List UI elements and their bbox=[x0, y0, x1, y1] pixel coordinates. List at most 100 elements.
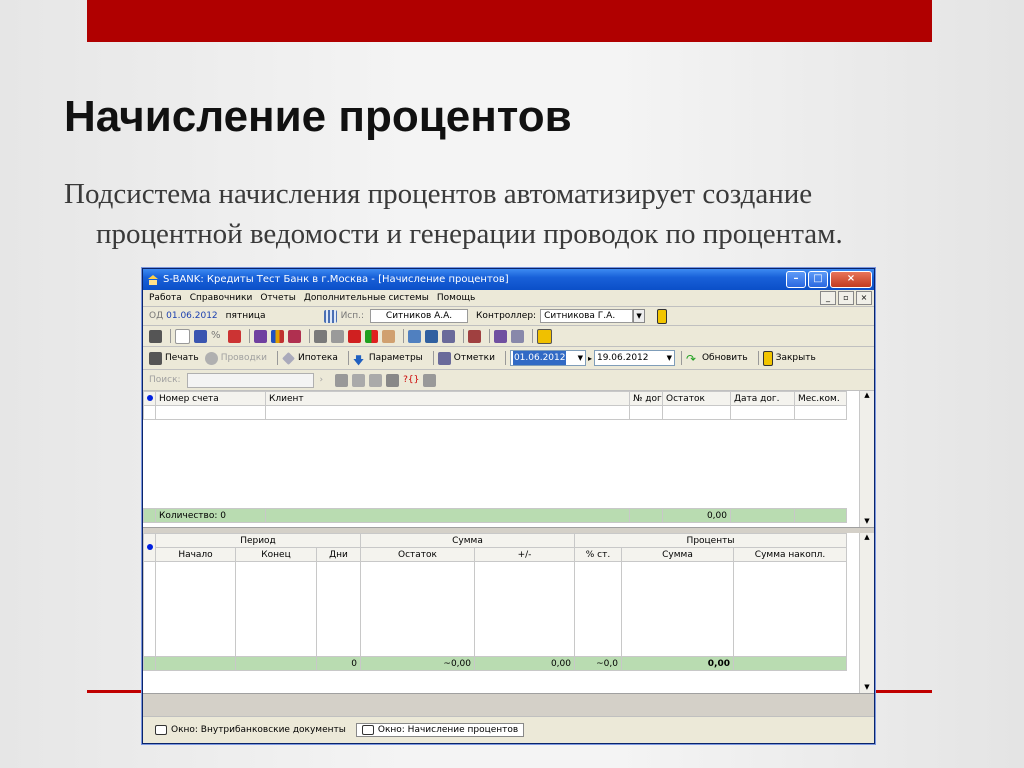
scroll-up-icon[interactable]: ▲ bbox=[860, 533, 874, 541]
od-date: 01.06.2012 bbox=[166, 311, 218, 321]
list-icon[interactable] bbox=[331, 329, 344, 343]
prev-arrow-icon[interactable] bbox=[352, 373, 366, 387]
tag-icon[interactable] bbox=[194, 329, 207, 343]
col-account-number[interactable]: Номер счета bbox=[155, 391, 266, 406]
task-interest-accrual[interactable]: Окно: Начисление процентов bbox=[355, 723, 525, 737]
check-doc-icon[interactable] bbox=[442, 329, 455, 343]
table-row[interactable] bbox=[143, 405, 847, 420]
slide-body-line-2: процентной ведомости и генерации проводо… bbox=[96, 218, 843, 250]
isp-field[interactable]: Ситников А.А. bbox=[370, 309, 469, 323]
date-from-value: 01.06.2012 bbox=[512, 351, 567, 365]
window-icon[interactable] bbox=[408, 329, 421, 343]
menu-reports[interactable]: Отчеты bbox=[260, 293, 296, 303]
mdi-restore-button[interactable]: ▫ bbox=[838, 291, 854, 305]
summary-start bbox=[155, 656, 236, 671]
window-titlebar[interactable]: S-BANK: Кредиты Тест Банк в г.Москва - [… bbox=[143, 269, 874, 290]
col-interest-accumulated[interactable]: Сумма накопл. bbox=[733, 547, 847, 562]
arrow-down-icon[interactable] bbox=[348, 329, 361, 343]
calculator-icon[interactable] bbox=[228, 329, 241, 343]
search-input[interactable] bbox=[186, 372, 314, 388]
minimize-button[interactable]: – bbox=[786, 271, 806, 288]
percent-icon[interactable]: % bbox=[211, 330, 224, 343]
mdi-close-button[interactable]: × bbox=[856, 291, 872, 305]
exit-door-icon[interactable] bbox=[657, 308, 668, 324]
col-plus-minus[interactable]: +/- bbox=[474, 547, 575, 562]
col-client[interactable]: Клиент bbox=[265, 391, 630, 406]
menu-work[interactable]: Работа bbox=[149, 293, 182, 303]
controller-field[interactable]: Ситникова Г.А. bbox=[540, 309, 634, 323]
tools-icon[interactable] bbox=[468, 329, 481, 343]
date-from-picker[interactable]: 01.06.2012 ▼ bbox=[509, 350, 586, 366]
colors-icon[interactable] bbox=[365, 329, 378, 343]
controller-dropdown-icon[interactable]: ▼ bbox=[633, 309, 646, 323]
graph-icon[interactable] bbox=[494, 329, 507, 343]
filter-icon[interactable] bbox=[423, 373, 437, 387]
export-icon[interactable] bbox=[288, 329, 301, 343]
col-days[interactable]: Дни bbox=[316, 547, 361, 562]
od-label: ОД bbox=[149, 311, 164, 321]
calendar-icon[interactable] bbox=[323, 309, 337, 323]
print-button[interactable]: Печать bbox=[149, 351, 199, 365]
bar-chart-icon[interactable] bbox=[271, 329, 284, 343]
chevron-down-icon[interactable]: ▼ bbox=[578, 351, 583, 365]
postings-icon bbox=[204, 351, 218, 365]
home-icon[interactable] bbox=[335, 373, 349, 387]
mortgage-button[interactable]: Ипотека bbox=[282, 351, 338, 365]
col-remaining[interactable]: Остаток bbox=[360, 547, 475, 562]
task-label: Окно: Внутрибанковские документы bbox=[171, 725, 346, 735]
next-arrow-icon[interactable] bbox=[369, 373, 383, 387]
col-rate[interactable]: % ст. bbox=[574, 547, 622, 562]
col-end[interactable]: Конец bbox=[235, 547, 317, 562]
menu-additional-systems[interactable]: Дополнительные системы bbox=[304, 293, 429, 303]
col-monthly-fee[interactable]: Мес.ком. bbox=[794, 391, 847, 406]
cross-arrows-icon[interactable] bbox=[425, 329, 438, 343]
date-to-picker[interactable]: 19.06.2012 ▼ bbox=[593, 350, 675, 366]
search-go-icon[interactable]: › bbox=[320, 375, 324, 385]
app-window: S-BANK: Кредиты Тест Банк в г.Москва - [… bbox=[142, 268, 875, 744]
params-button[interactable]: 🡇 Параметры bbox=[353, 352, 423, 367]
slide-title: Начисление процентов bbox=[64, 92, 572, 141]
scroll-down-icon[interactable]: ▼ bbox=[860, 683, 874, 691]
postings-button[interactable]: Проводки bbox=[204, 351, 267, 365]
empty-area bbox=[143, 561, 847, 657]
col-contract-date[interactable]: Дата дог. bbox=[730, 391, 795, 406]
refresh-button[interactable]: ↷ Обновить bbox=[686, 352, 748, 366]
user-search-icon[interactable] bbox=[382, 329, 395, 343]
maximize-button[interactable]: □ bbox=[808, 271, 828, 288]
scroll-down-icon[interactable]: ▼ bbox=[860, 517, 874, 525]
col-start[interactable]: Начало bbox=[155, 547, 236, 562]
mdi-minimize-button[interactable]: _ bbox=[820, 291, 836, 305]
menu-help[interactable]: Помощь bbox=[437, 293, 475, 303]
menu-references[interactable]: Справочники bbox=[190, 293, 253, 303]
summary-rate: ~0,0 bbox=[574, 656, 622, 671]
chevron-down-icon[interactable]: ▼ bbox=[667, 351, 672, 365]
toolbar-separator bbox=[249, 329, 250, 343]
search-label: Поиск: bbox=[149, 375, 181, 385]
interest-scrollbar[interactable]: ▲ ▼ bbox=[859, 533, 874, 693]
col-contract-number[interactable]: № дог. bbox=[629, 391, 663, 406]
tree-icon[interactable] bbox=[314, 329, 327, 343]
task-internal-documents[interactable]: Окно: Внутрибанковские документы bbox=[149, 723, 352, 737]
mdi-controls: _ ▫ × bbox=[820, 291, 874, 305]
window-icon bbox=[155, 725, 167, 735]
marks-button[interactable]: Отметки bbox=[437, 351, 495, 365]
close-button[interactable]: × bbox=[830, 271, 872, 288]
scroll-up-icon[interactable]: ▲ bbox=[860, 391, 874, 399]
printer-icon[interactable] bbox=[149, 329, 162, 343]
copy-windows-icon[interactable] bbox=[537, 328, 552, 344]
date-range-arrow: ▸ bbox=[587, 353, 592, 363]
help-icon[interactable]: ?{} bbox=[403, 375, 419, 385]
eye-icon[interactable] bbox=[386, 373, 400, 387]
col-balance[interactable]: Остаток bbox=[662, 391, 731, 406]
accounts-scrollbar[interactable]: ▲ ▼ bbox=[859, 391, 874, 527]
close-action-button[interactable]: Закрыть bbox=[762, 350, 816, 366]
top-accent-bar bbox=[87, 0, 932, 42]
col-interest-sum[interactable]: Сумма bbox=[621, 547, 734, 562]
action-separator bbox=[432, 351, 434, 365]
document-icon[interactable] bbox=[175, 328, 190, 344]
diamond-icon[interactable] bbox=[511, 329, 524, 343]
delete-icon[interactable] bbox=[254, 329, 267, 343]
interest-grid: Период Сумма Проценты Начало Конец Дни О… bbox=[143, 533, 874, 694]
date-to-value: 19.06.2012 bbox=[596, 353, 649, 363]
toolbar-separator bbox=[309, 329, 310, 343]
